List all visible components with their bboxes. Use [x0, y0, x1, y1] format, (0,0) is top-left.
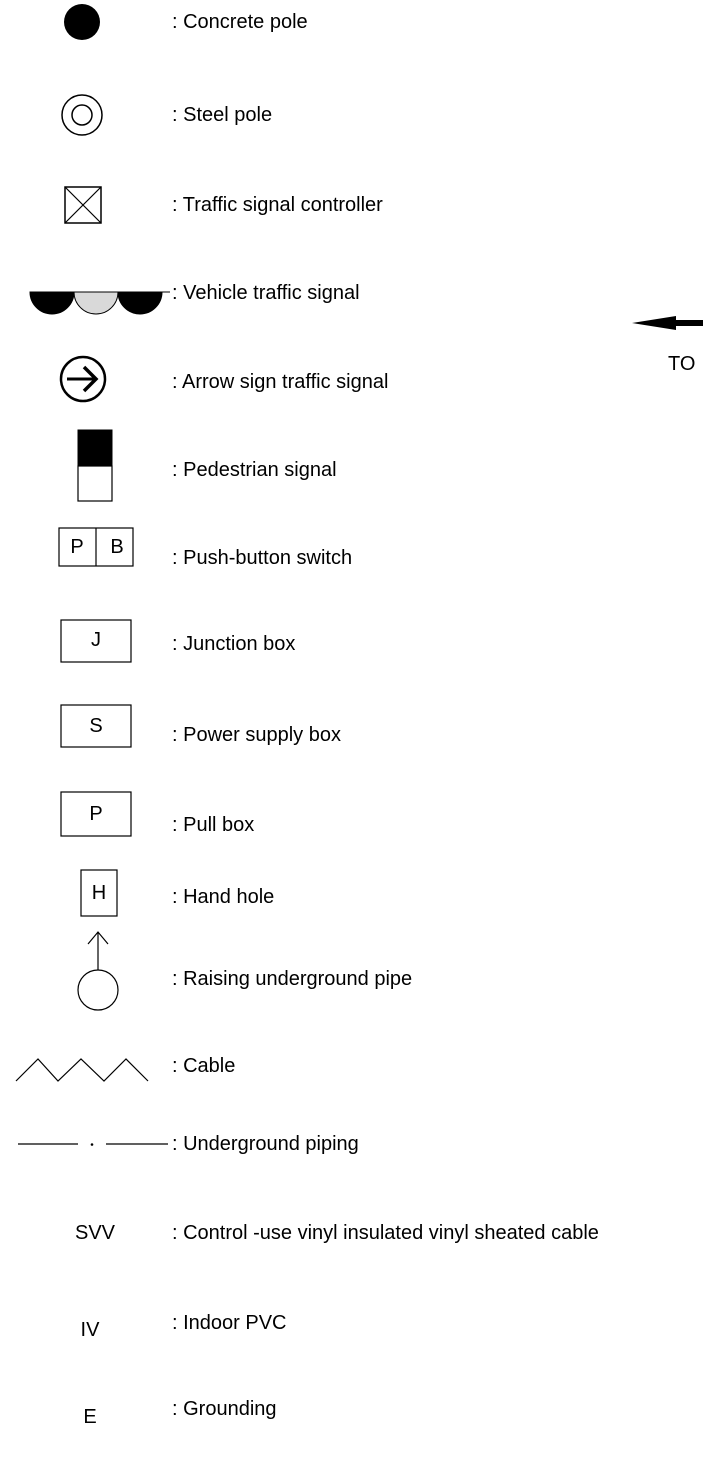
legend-label-vehicle-traffic-signal: : Vehicle traffic signal — [172, 282, 360, 304]
traffic-signal-controller-icon — [64, 186, 102, 224]
legend-label-traffic-signal-controller: : Traffic signal controller — [172, 194, 383, 216]
legend-label-pull-box: : Pull box — [172, 814, 255, 836]
legend-label-steel-pole: : Steel pole — [172, 104, 273, 126]
steel-pole-icon — [61, 94, 103, 136]
legend-label-underground-piping: : Underground piping — [172, 1133, 359, 1155]
raising-underground-pipe-icon — [77, 931, 119, 1011]
legend-label-push-button-switch: : Push-button switch — [172, 547, 353, 569]
cable-icon — [15, 1058, 149, 1082]
legend-label-power-supply-box: : Power supply box — [172, 724, 341, 746]
power-supply-box-code: S — [89, 715, 103, 737]
push-button-code: P — [70, 536, 84, 558]
arrow-sign-traffic-signal-icon — [59, 355, 107, 403]
concrete-pole-icon — [64, 4, 100, 40]
legend-label-svv: : Control -use vinyl insulated vinyl she… — [172, 1222, 599, 1244]
junction-box-code: J — [91, 629, 101, 651]
legend-label-e: : Grounding — [172, 1398, 277, 1420]
legend-label-pedestrian-signal: : Pedestrian signal — [172, 459, 337, 481]
hand-hole-code: H — [91, 882, 107, 904]
direction-arrow-icon — [632, 316, 703, 330]
legend-label-arrow-sign-traffic-signal: : Arrow sign traffic signal — [172, 371, 389, 393]
push-button-code: B — [110, 536, 124, 558]
pedestrian-signal-icon — [77, 429, 113, 502]
e-code: E — [83, 1406, 97, 1428]
pull-box-code: P — [89, 803, 103, 825]
direction-to-label: TO — [668, 353, 696, 375]
vehicle-traffic-signal-icon — [29, 291, 170, 315]
legend-label-junction-box: : Junction box — [172, 633, 296, 655]
legend-label-iv: : Indoor PVC — [172, 1312, 287, 1334]
legend-label-raising-underground-pipe: : Raising underground pipe — [172, 968, 413, 990]
iv-code: IV — [80, 1319, 100, 1341]
legend-label-cable: : Cable — [172, 1055, 236, 1077]
legend-label-hand-hole: : Hand hole — [172, 886, 275, 908]
legend-label-concrete-pole: : Concrete pole — [172, 11, 308, 33]
underground-piping-icon — [18, 1143, 168, 1146]
svv-code: SVV — [74, 1222, 116, 1244]
